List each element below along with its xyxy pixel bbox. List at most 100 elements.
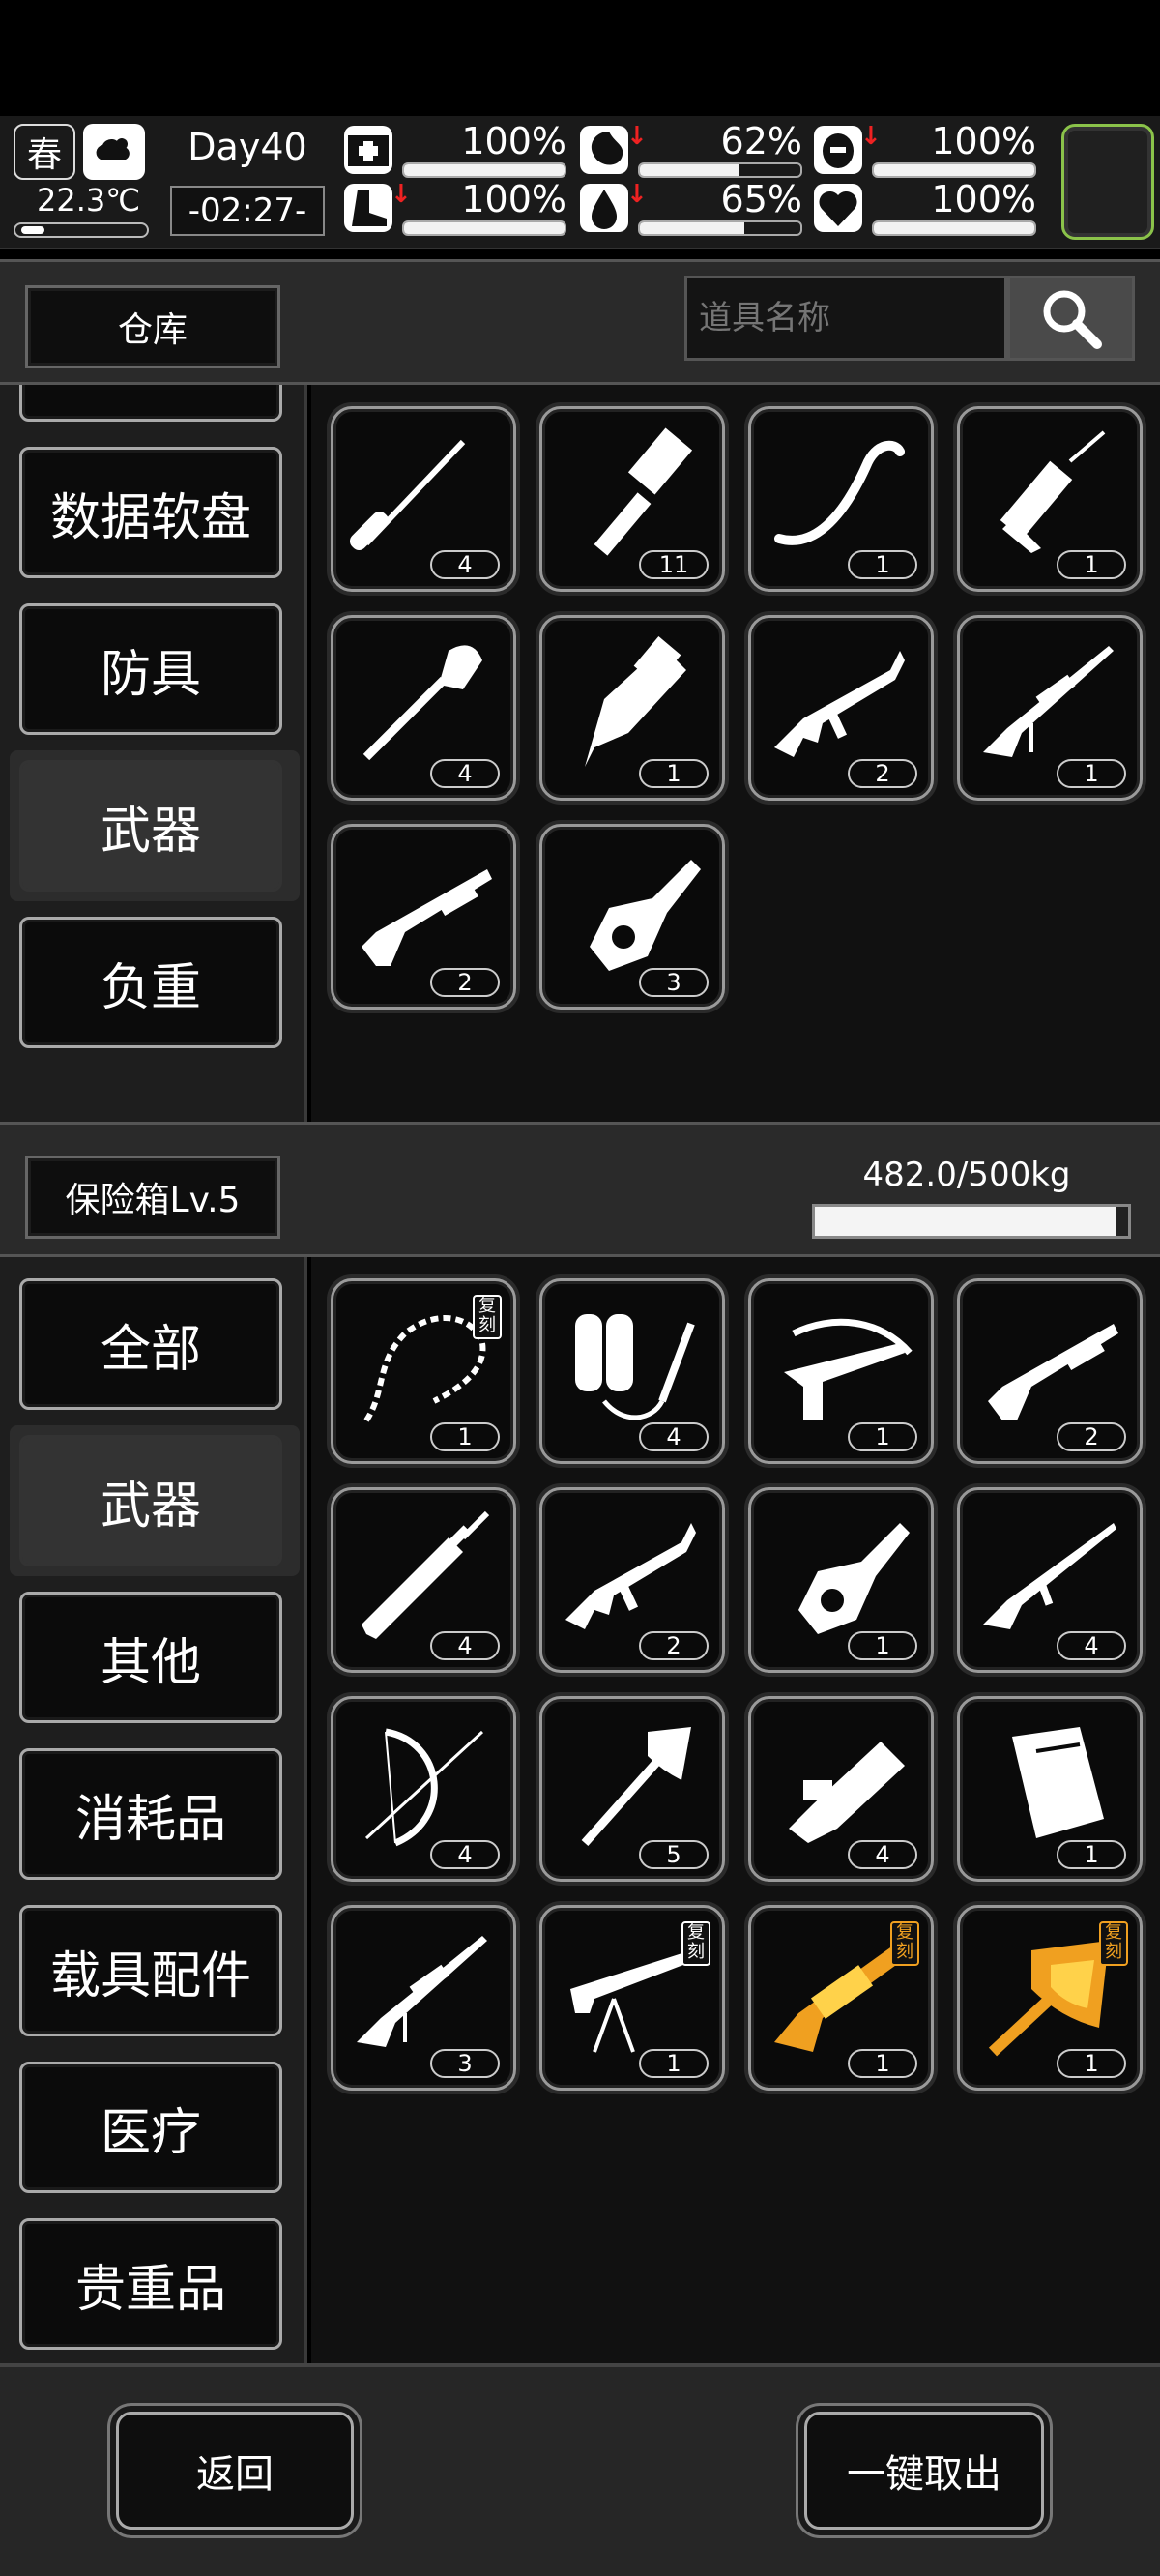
category-tab[interactable]: 武器	[19, 1435, 282, 1566]
search-button[interactable]	[1007, 276, 1135, 361]
category-tab[interactable]: 武器	[19, 760, 282, 892]
category-tab[interactable]: 维修	[19, 385, 282, 422]
stat-bladder[interactable]: ↓ 100%	[814, 122, 1036, 180]
category-tab[interactable]: 防具	[19, 603, 282, 735]
stat-hunger[interactable]: ↓ 62%	[580, 122, 802, 180]
weather-icon[interactable]	[83, 124, 145, 180]
inventory-slot[interactable]: 4	[748, 1696, 934, 1882]
crowbar-hammer-icon	[594, 427, 693, 556]
item-count: 2	[639, 1631, 709, 1660]
inventory-slot[interactable]: 2	[539, 1487, 725, 1673]
item-count: 3	[639, 968, 709, 997]
inventory-slot[interactable]: 5	[539, 1696, 725, 1882]
item-count: 1	[639, 2049, 709, 2078]
category-tab[interactable]: 全部	[19, 1278, 282, 1410]
item-count: 4	[1057, 1631, 1126, 1660]
inventory-slot[interactable]: 1	[957, 1696, 1143, 1882]
item-count: 4	[430, 1840, 500, 1869]
inventory-slot[interactable]: 4	[331, 1696, 516, 1882]
warehouse-title[interactable]: 仓库	[25, 285, 280, 368]
inventory-slot[interactable]: 1	[748, 1487, 934, 1673]
stat-mood[interactable]: 100%	[814, 180, 1036, 238]
caulk-gun-icon	[1000, 430, 1106, 553]
bent-rod-icon	[774, 440, 905, 545]
stat-thirst[interactable]: ↓ 65%	[580, 180, 802, 238]
inventory-slot[interactable]: 11	[539, 406, 725, 592]
decrease-arrow-icon: ↓	[860, 122, 882, 151]
category-tab[interactable]: 负重	[19, 917, 282, 1048]
sniper-rifle-icon	[983, 646, 1114, 757]
bladder-icon	[814, 126, 862, 174]
warehouse-category-list[interactable]: 维修数据软盘防具武器负重	[0, 385, 307, 1122]
riot-shield-icon	[1012, 1727, 1104, 1838]
stat-bar	[402, 162, 566, 178]
inventory-slot[interactable]: 1	[957, 406, 1143, 592]
inventory-slot[interactable]: 3	[331, 1905, 516, 2091]
sniper-rifle-icon	[357, 1936, 487, 2047]
inventory-slot[interactable]: 4	[331, 1487, 516, 1673]
item-search-input[interactable]	[684, 276, 1007, 361]
category-tab[interactable]: 数据软盘	[19, 447, 282, 578]
chainsaw-icon	[590, 860, 701, 971]
inventory-slot[interactable]: 2	[957, 1278, 1143, 1464]
inventory-slot[interactable]: 复刻 1	[331, 1278, 516, 1464]
inventory-slot[interactable]: 4	[331, 406, 516, 592]
inventory-slot[interactable]: 复刻 1	[748, 1905, 934, 2091]
stat-health[interactable]: 100%	[344, 122, 566, 180]
stat-bar	[872, 162, 1036, 178]
item-count: 1	[848, 1422, 917, 1451]
assault-rifle-icon	[566, 1523, 696, 1629]
inventory-slot[interactable]: 2	[331, 824, 516, 1010]
medkit-icon	[344, 126, 392, 174]
inventory-slot[interactable]: 4	[539, 1278, 725, 1464]
stat-bar	[638, 220, 802, 236]
axe-icon	[581, 1727, 691, 1846]
day-counter: Day40	[188, 126, 307, 168]
inventory-slot[interactable]: 1	[748, 1278, 934, 1464]
inventory-slot[interactable]: 1	[539, 615, 725, 801]
safe-header: 保险箱Lv.5 482.0/500kg	[0, 1122, 1160, 1257]
item-count: 4	[430, 759, 500, 788]
safe-item-grid[interactable]: 复刻 1 4 1 2 4 2 1 4 4 5 4 1 3 复刻 1 复刻 1 复刻 1	[311, 1257, 1160, 2363]
warehouse-item-grid[interactable]: 4 11 1 1 4 1 2 1 2 3	[311, 385, 1160, 1122]
category-tab[interactable]: 消耗品	[19, 1748, 282, 1880]
take-all-button[interactable]: 一键取出	[804, 2412, 1044, 2530]
compound-bow-icon	[364, 1728, 484, 1847]
stat-value: 100%	[461, 120, 566, 162]
inventory-slot[interactable]: 4	[957, 1487, 1143, 1673]
item-count: 5	[639, 1840, 709, 1869]
stat-bar	[402, 220, 566, 236]
minigun-icon	[789, 1742, 905, 1843]
item-count: 1	[1057, 759, 1126, 788]
inventory-slot[interactable]: 3	[539, 824, 725, 1010]
stat-stamina[interactable]: ↓ 100%	[344, 180, 566, 238]
warehouse-header: 仓库	[0, 259, 1160, 385]
item-count: 2	[1057, 1422, 1126, 1451]
back-button[interactable]: 返回	[116, 2412, 354, 2530]
item-count: 4	[639, 1422, 709, 1451]
item-count: 1	[1057, 2049, 1126, 2078]
reprint-tag: 复刻	[682, 1921, 710, 1966]
item-count: 4	[430, 550, 500, 579]
stat-value: 100%	[931, 178, 1036, 220]
item-count: 2	[430, 968, 500, 997]
category-tab[interactable]: 贵重品	[19, 2218, 282, 2350]
chainsaw-icon	[798, 1523, 910, 1634]
inventory-slot[interactable]: 1	[957, 615, 1143, 801]
inventory-slot[interactable]: 1	[748, 406, 934, 592]
inventory-slot[interactable]: 2	[748, 615, 934, 801]
category-tab[interactable]: 载具配件	[19, 1905, 282, 2036]
item-count: 1	[430, 1422, 500, 1451]
safe-title[interactable]: 保险箱Lv.5	[25, 1156, 280, 1239]
safe-category-list[interactable]: 全部武器其他消耗品载具配件医疗贵重品	[0, 1257, 307, 2363]
inventory-slot[interactable]: 复刻 1	[539, 1905, 725, 2091]
quick-slot[interactable]	[1061, 124, 1154, 240]
warehouse-title-label: 仓库	[117, 310, 188, 350]
stat-bar	[872, 220, 1036, 236]
inventory-slot[interactable]: 复刻 1	[957, 1905, 1143, 2091]
category-tab[interactable]: 其他	[19, 1592, 282, 1723]
item-count: 1	[848, 1631, 917, 1660]
assault-rifle-icon	[774, 651, 905, 757]
inventory-slot[interactable]: 4	[331, 615, 516, 801]
category-tab[interactable]: 医疗	[19, 2062, 282, 2193]
